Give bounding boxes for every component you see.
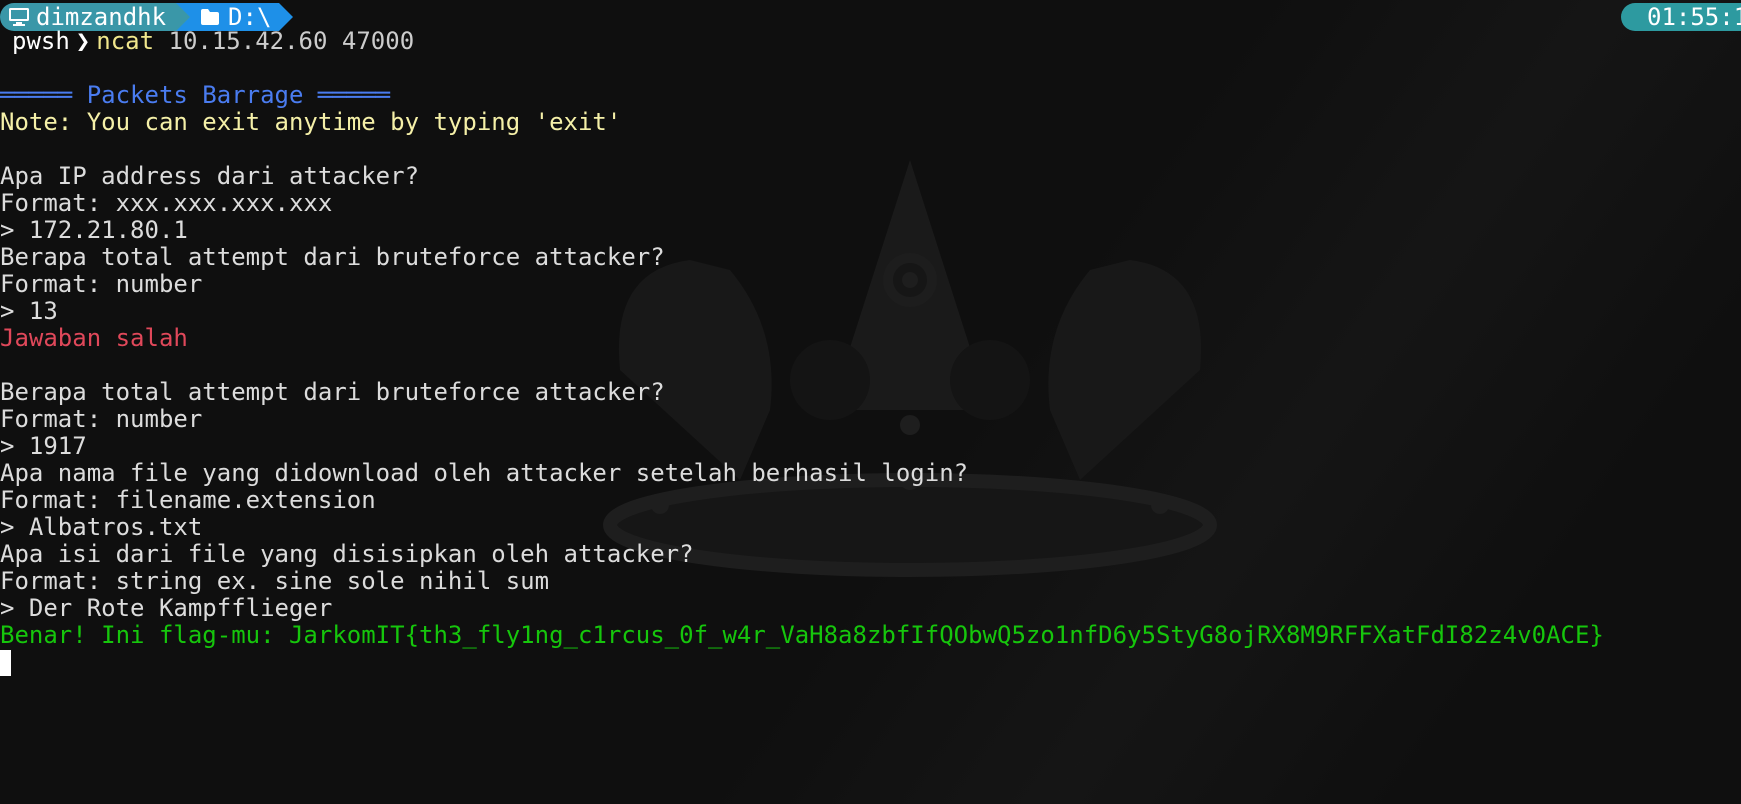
text-cursor	[0, 650, 11, 676]
question-filename: Apa nama file yang didownload oleh attac…	[0, 459, 969, 487]
exit-note: Note: You can exit anytime by typing 'ex…	[0, 108, 622, 136]
question-ip: Apa IP address dari attacker?	[0, 162, 420, 190]
wrong-answer-message: Jawaban salah	[0, 324, 188, 352]
folder-icon	[201, 8, 220, 25]
clock-time: 01:55:1	[1647, 3, 1741, 31]
answer-attempts-wrong: > 13	[0, 297, 58, 325]
command-name: ncat	[96, 27, 155, 55]
answer-ip: > 172.21.80.1	[0, 216, 188, 244]
input-line[interactable]	[0, 649, 1741, 676]
format-filename: Format: filename.extension	[0, 486, 376, 514]
answer-attempts: > 1917	[0, 432, 87, 460]
format-attempts: Format: number	[0, 270, 203, 298]
question-attempts: Berapa total attempt dari bruteforce att…	[0, 243, 665, 271]
answer-content: > Der Rote Kampfflieger	[0, 594, 333, 622]
chevron-right-icon: ❯	[75, 27, 91, 55]
answer-filename: > Albatros.txt	[0, 513, 203, 541]
question-content: Apa isi dari file yang disisipkan oleh a…	[0, 540, 694, 568]
command-line: pwsh ❯ ncat 10.15.42.60 47000	[0, 28, 1741, 55]
flag-output: Benar! Ini flag-mu: JarkomIT{th3_fly1ng_…	[0, 621, 1604, 649]
time-segment: 01:55:1	[1621, 3, 1741, 31]
format-ip: Format: xxx.xxx.xxx.xxx	[0, 189, 333, 217]
shell-name: pwsh	[12, 27, 70, 55]
banner-title: ═════ Packets Barrage ═════	[0, 81, 391, 109]
format-content: Format: string ex. sine sole nihil sum	[0, 567, 550, 595]
monitor-icon	[9, 7, 29, 26]
terminal-output[interactable]: pwsh ❯ ncat 10.15.42.60 47000 ═════ Packet…	[0, 28, 1741, 676]
question-attempts-retry: Berapa total attempt dari bruteforce att…	[0, 378, 665, 406]
format-attempts-retry: Format: number	[0, 405, 203, 433]
command-args: 10.15.42.60 47000	[168, 27, 415, 55]
